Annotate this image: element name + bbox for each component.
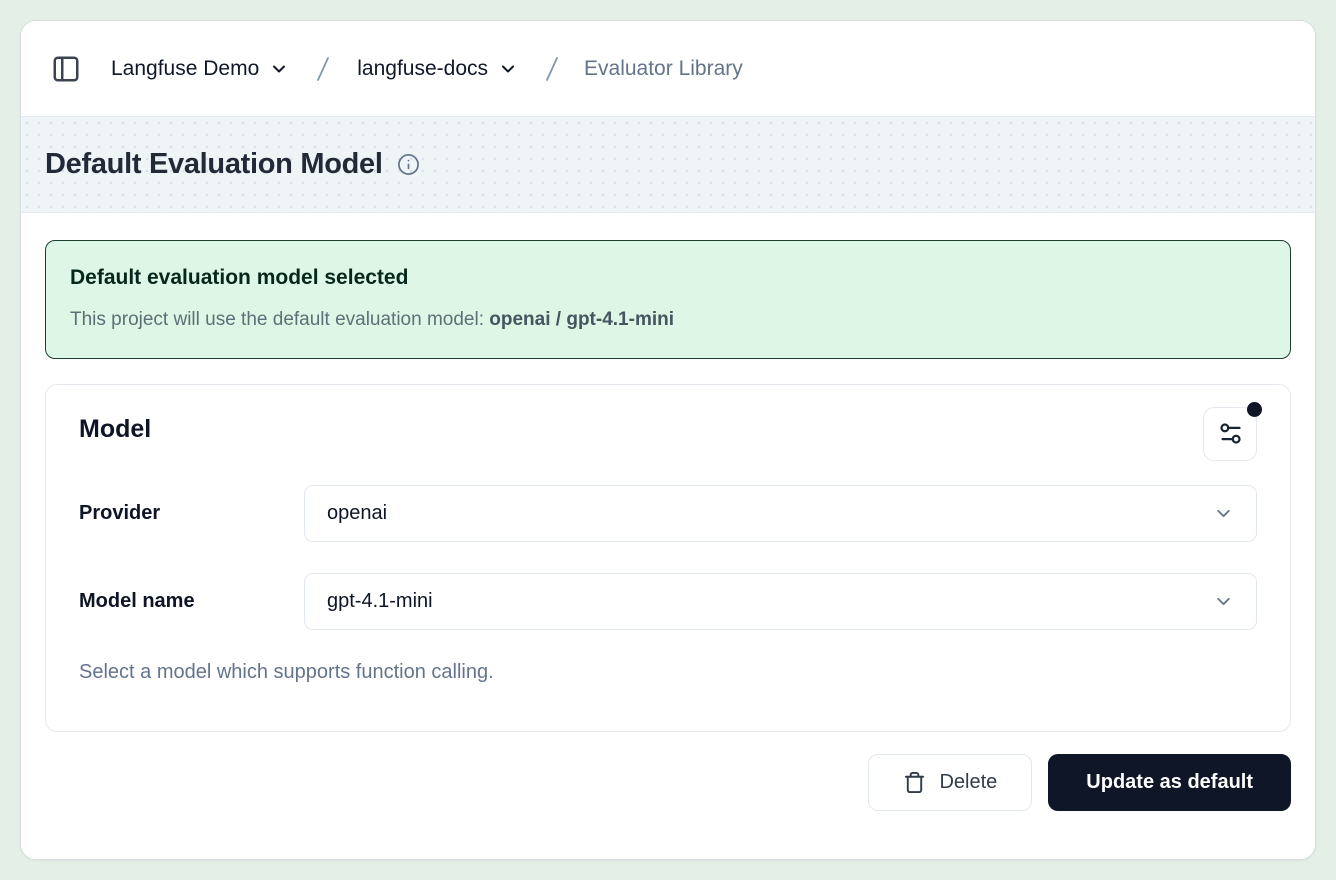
model-helper-text: Select a model which supports function c… [79,661,1257,684]
breadcrumb-current-page[interactable]: Evaluator Library [584,57,743,81]
provider-field-row: Provider openai [79,485,1257,542]
main-content: Default evaluation model selected This p… [21,213,1315,859]
breadcrumb-organization-label: Langfuse Demo [111,57,259,81]
page-header: Default Evaluation Model [21,117,1315,213]
update-button-label: Update as default [1086,771,1253,794]
delete-button-label: Delete [939,771,997,794]
top-navigation-bar: Langfuse Demo langfuse-docs [21,21,1315,117]
info-icon[interactable] [397,153,420,176]
update-as-default-button[interactable]: Update as default [1048,754,1291,811]
model-card-title: Model [79,407,151,444]
breadcrumb-project-selector[interactable]: langfuse-docs [355,53,520,85]
chevron-down-icon [269,59,289,79]
alert-model-value: openai / gpt-4.1-mini [489,309,674,330]
panel-left-icon [51,54,81,84]
model-name-select[interactable]: gpt-4.1-mini [304,573,1257,630]
model-advanced-settings-button[interactable] [1203,407,1257,461]
sidebar-toggle-button[interactable] [49,52,83,86]
model-name-field-label: Model name [79,590,304,613]
chevron-down-icon [1213,591,1234,612]
model-name-select-value: gpt-4.1-mini [327,590,433,613]
chevron-down-icon [1213,503,1234,524]
slash-separator-icon [540,54,564,84]
page-title: Default Evaluation Model [45,148,383,181]
delete-button[interactable]: Delete [868,754,1032,811]
alert-message-prefix: This project will use the default evalua… [70,309,489,330]
alert-message: This project will use the default evalua… [70,307,1266,333]
chevron-down-icon [498,59,518,79]
trash-icon [903,771,926,794]
model-card: Model Provider openai [45,384,1291,732]
action-button-row: Delete Update as default [45,754,1291,811]
model-name-field-row: Model name gpt-4.1-mini [79,573,1257,630]
main-window: Langfuse Demo langfuse-docs [20,20,1316,860]
provider-select-value: openai [327,502,387,525]
slash-separator-icon [311,54,335,84]
alert-title: Default evaluation model selected [70,266,1266,290]
sliders-settings-icon [1217,420,1244,447]
model-card-header: Model [79,407,1257,461]
notification-dot-badge [1247,402,1262,417]
breadcrumb-project-label: langfuse-docs [357,57,488,81]
provider-field-label: Provider [79,502,304,525]
default-model-alert: Default evaluation model selected This p… [45,240,1291,359]
breadcrumb-organization-selector[interactable]: Langfuse Demo [109,53,291,85]
provider-select[interactable]: openai [304,485,1257,542]
